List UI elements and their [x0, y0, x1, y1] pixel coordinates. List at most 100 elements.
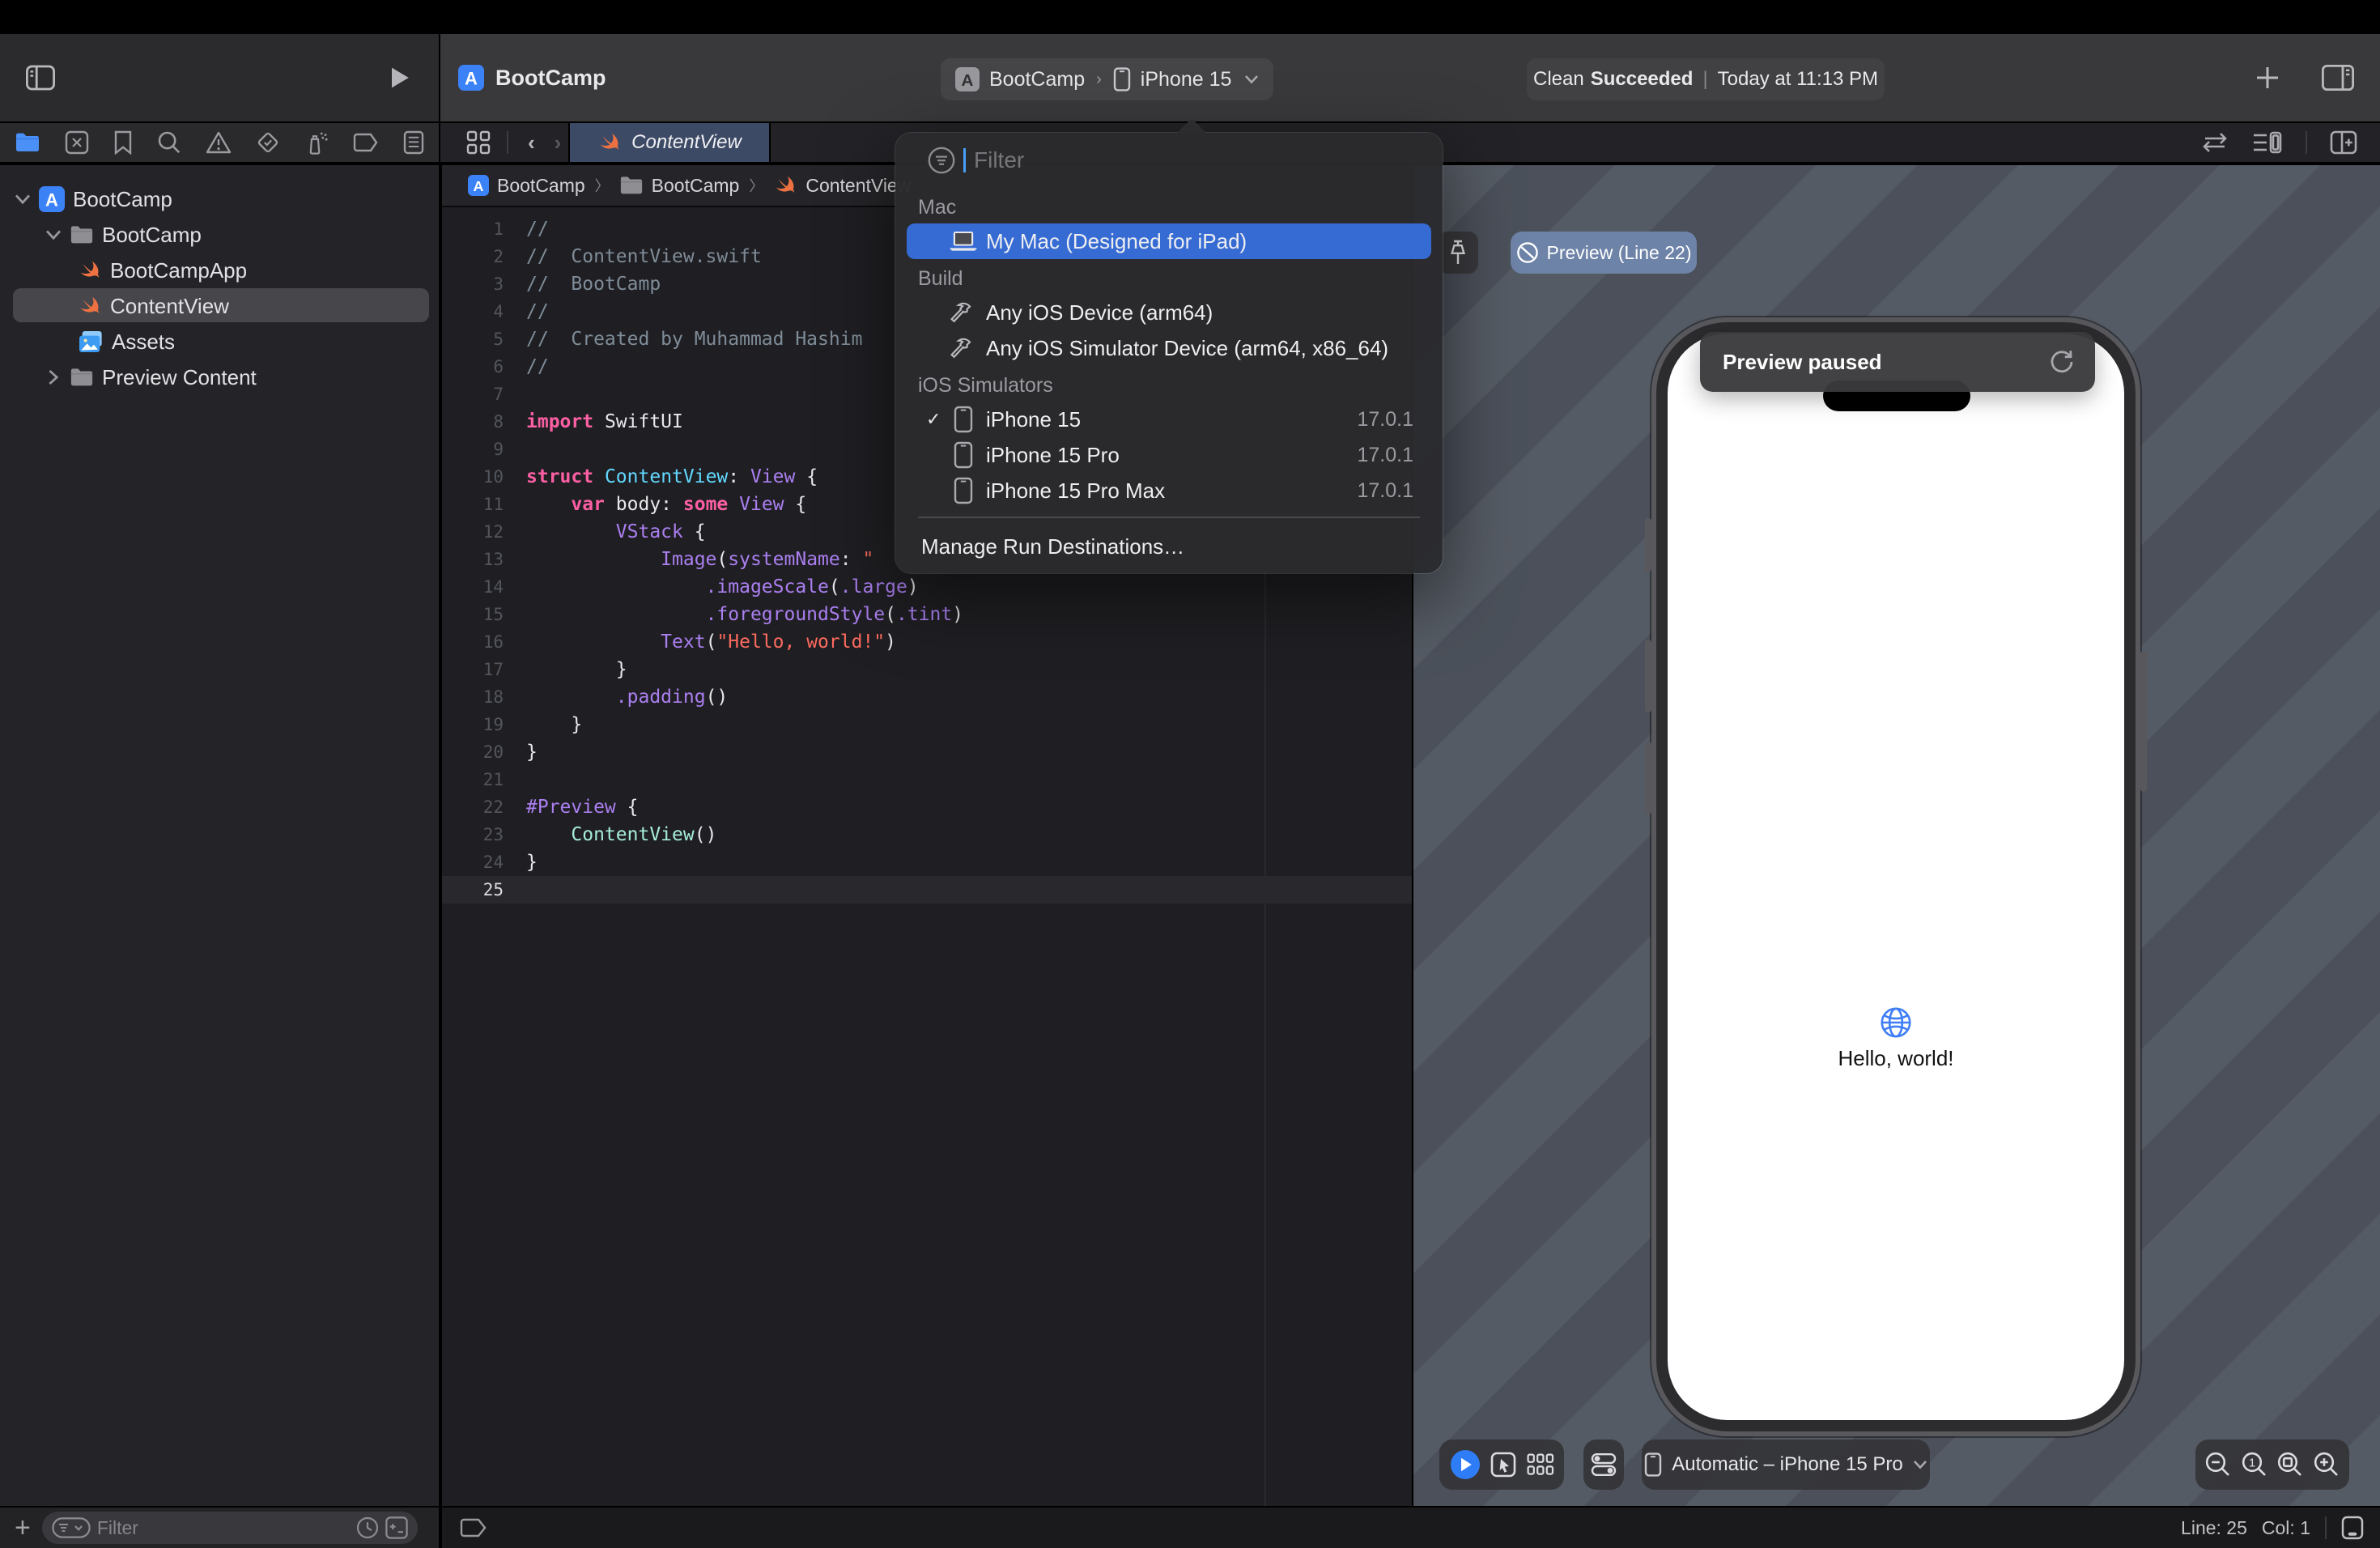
iphone-preview-device: Hello, world!: [1645, 317, 2147, 1436]
line-number: 15: [482, 605, 504, 624]
popup-item-iphone-15-pro[interactable]: iPhone 15 Pro 17.0.1: [907, 437, 1431, 473]
popup-item-iphone-15-pro-max[interactable]: iPhone 15 Pro Max 17.0.1: [907, 473, 1431, 508]
add-editor-icon[interactable]: [2330, 130, 2357, 155]
code-line-19[interactable]: 19 }: [442, 711, 1412, 738]
code-line-25[interactable]: 25: [442, 876, 1412, 904]
disclosure-down-icon[interactable]: [45, 229, 62, 240]
debug-icon[interactable]: [304, 130, 329, 155]
zoom-out-button[interactable]: [2204, 1451, 2232, 1478]
tree-item-contentview[interactable]: ContentView: [0, 288, 439, 324]
project-navigator-icon[interactable]: [15, 131, 40, 154]
tree-item-bootcamp[interactable]: BootCamp: [0, 217, 439, 253]
canvas-mode-buttons: [1439, 1440, 1564, 1490]
code-line-20[interactable]: 20}: [442, 738, 1412, 766]
line-number: 13: [482, 550, 504, 569]
popup-item-any-ios-device-arm64-[interactable]: Any iOS Device (arm64): [907, 295, 1431, 330]
disclosure-down-icon[interactable]: [15, 194, 31, 205]
code-review-icon[interactable]: [2200, 131, 2229, 154]
adjust-editor-icon[interactable]: [2252, 130, 2283, 155]
volume-down-button: [1645, 742, 1651, 814]
preview-screen: Hello, world!: [1668, 334, 2124, 1420]
refresh-icon[interactable]: [2048, 348, 2076, 376]
line-number: 4: [493, 302, 504, 321]
line-number: 17: [482, 660, 504, 679]
tests-icon[interactable]: [256, 130, 280, 155]
tree-item-preview-content[interactable]: Preview Content: [0, 359, 439, 395]
svg-text:A: A: [474, 178, 484, 194]
reports-icon[interactable]: [403, 130, 424, 155]
code-text: .imageScale(.large): [705, 576, 919, 598]
bookmarks-icon[interactable]: [113, 130, 133, 155]
zoom-controls: 1: [2195, 1440, 2349, 1490]
code-line-15[interactable]: 15 .foregroundStyle(.tint): [442, 601, 1412, 628]
tree-item-assets[interactable]: Assets: [0, 324, 439, 359]
zoom-in-button[interactable]: [2313, 1451, 2340, 1478]
selectable-mode-button[interactable]: [1490, 1452, 1516, 1478]
code-line-21[interactable]: 21: [442, 766, 1412, 793]
breadcrumb-item[interactable]: BootCamp: [497, 175, 585, 197]
line-number: 19: [482, 715, 504, 734]
run-button[interactable]: [390, 66, 410, 89]
disclosure-right-icon[interactable]: [45, 369, 62, 385]
flags-icon[interactable]: [385, 1516, 408, 1539]
os-version: 17.0.1: [1357, 443, 1413, 466]
preview-line-pill[interactable]: Preview (Line 22): [1511, 232, 1697, 274]
add-button[interactable]: [2255, 66, 2280, 90]
tab-contentview[interactable]: ContentView: [568, 123, 771, 162]
breadcrumb-item[interactable]: BootCamp: [652, 175, 740, 197]
manage-destinations-item[interactable]: Manage Run Destinations…: [921, 534, 1184, 559]
popup-section-header: Mac: [918, 196, 957, 219]
popup-filter-field[interactable]: Filter: [928, 142, 1024, 178]
forward-button[interactable]: ›: [555, 130, 562, 155]
tree-item-label: Assets: [112, 329, 176, 354]
run-destination-popup: Filter Mac My Mac (Designed for iPad) Buil…: [895, 133, 1443, 573]
find-icon[interactable]: [157, 130, 181, 155]
code-line-18[interactable]: 18 .padding(): [442, 683, 1412, 711]
popup-item-my-mac-designed-for-ipad-[interactable]: My Mac (Designed for iPad): [907, 223, 1431, 259]
tree-item-bootcampapp[interactable]: BootCampApp: [0, 253, 439, 288]
code-line-17[interactable]: 17 }: [442, 656, 1412, 683]
sidebar-filter-field[interactable]: Filter: [41, 1512, 418, 1544]
scheme-name[interactable]: BootCamp: [989, 68, 1085, 91]
line-number: 2: [493, 247, 504, 266]
device-status-icon[interactable]: [2341, 1516, 2364, 1540]
menu-bar-black-band: [0, 0, 2380, 34]
live-preview-button[interactable]: [1450, 1449, 1481, 1480]
back-button[interactable]: ‹: [528, 130, 535, 155]
code-text: //: [526, 301, 549, 322]
line-number: 6: [493, 357, 504, 376]
code-line-24[interactable]: 24}: [442, 848, 1412, 876]
zoom-actual-button[interactable]: 1: [2241, 1451, 2268, 1478]
zoom-fit-button[interactable]: [2276, 1451, 2304, 1478]
code-line-23[interactable]: 23 ContentView(): [442, 821, 1412, 848]
scheme-selector[interactable]: A BootCamp › iPhone 15: [941, 58, 1274, 100]
project-icon: A: [458, 65, 484, 91]
line-number: 12: [482, 522, 504, 542]
code-line-16[interactable]: 16 Text("Hello, world!"): [442, 628, 1412, 656]
inspector-toggle-icon[interactable]: [2322, 65, 2354, 91]
popup-item-iphone-15[interactable]: ✓ iPhone 15 17.0.1: [907, 402, 1431, 437]
popup-item-any-ios-simulator-device-arm64-x86-64-[interactable]: Any iOS Simulator Device (arm64, x86_64): [907, 330, 1431, 366]
breakpoints-icon[interactable]: [353, 133, 379, 152]
code-line-22[interactable]: 22 #Preview {: [442, 793, 1412, 821]
add-file-button[interactable]: +: [15, 1512, 31, 1544]
recent-icon[interactable]: [356, 1516, 379, 1539]
svg-text:A: A: [962, 71, 974, 90]
breakpoint-icon[interactable]: [460, 1518, 487, 1537]
hello-world-view: Hello, world!: [1668, 1006, 2124, 1071]
source-control-icon[interactable]: [65, 130, 89, 155]
filter-icon: [928, 147, 955, 174]
line-number: 9: [493, 440, 504, 459]
variants-button[interactable]: [1527, 1453, 1554, 1476]
device-settings-button[interactable]: [1591, 1452, 1617, 1478]
code-text: // ContentView.swift: [526, 246, 762, 267]
tree-item-bootcamp[interactable]: A BootCamp: [0, 181, 439, 217]
preview-device-pill[interactable]: Automatic – iPhone 15 Pro: [1642, 1440, 1930, 1490]
destination-name[interactable]: iPhone 15: [1141, 68, 1232, 91]
issues-icon[interactable]: [206, 131, 232, 154]
related-items-icon[interactable]: [466, 130, 491, 155]
pin-preview-button[interactable]: [1438, 232, 1478, 274]
code-line-14[interactable]: 14 .imageScale(.large): [442, 573, 1412, 601]
project-title-label: BootCamp: [495, 65, 606, 90]
sidebar-toggle-icon[interactable]: [26, 65, 55, 91]
